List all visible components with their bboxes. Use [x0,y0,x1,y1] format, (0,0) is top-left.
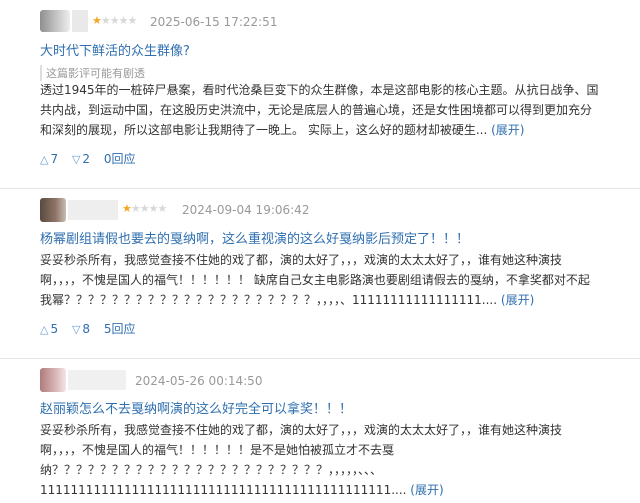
review-card: 2024-05-26 00:14:50 赵丽颖怎么不去戛纳啊演的这么好完全可以拿… [0,358,640,503]
star-filled-icon: ★ [122,202,132,215]
review-body: 妥妥秒杀所有，我感觉查接不住她的戏了都，演的太好了，，，戏演的太太太好了，，谁有… [40,250,600,310]
avatar[interactable] [40,368,66,392]
downvote-button[interactable]: ▽ 2 [72,152,90,166]
avatar[interactable] [40,10,70,32]
review-timestamp: 2024-09-04 19:06:42 [182,203,310,217]
upvote-count: 5 [50,322,59,336]
avatar-blur [72,10,88,32]
review-card: ★★★★★ 2025-06-15 17:22:51 大时代下鲜活的众生群像? 这… [0,0,640,188]
review-title[interactable]: 大时代下鲜活的众生群像? [40,40,190,59]
review-body: 妥妥秒杀所有，我感觉查接不住她的戏了都，演的太好了，，，戏演的太太太好了，，谁有… [40,420,600,500]
review-timestamp: 2024-05-26 00:14:50 [135,374,263,388]
up-triangle-icon: △ [40,153,49,166]
downvote-count: 2 [82,152,91,166]
spoiler-warning: 这篇影评可能有剧透 [40,65,145,81]
review-title[interactable]: 杨幂剧组请假也要去的戛纳啊，这么重视演的这么好戛纳影后预定了！！！ [40,228,469,247]
review-body: 透过1945年的一桩碎尸悬案，看时代沧桑巨变下的众生群像，本是这部电影的核心主题… [40,80,600,140]
reply-link[interactable]: 0回应 [104,150,136,167]
rating-stars: ★★★★★ [92,14,137,27]
review-actions: △ 5 ▽ 8 5回应 [40,320,136,337]
downvote-count: 8 [82,322,91,336]
expand-link[interactable]: (展开) [501,293,534,307]
review-body-text: 妥妥秒杀所有，我感觉查接不住她的戏了都，演的太好了，，，戏演的太太太好了，，谁有… [40,423,563,497]
expand-link[interactable]: (展开) [491,123,524,137]
upvote-button[interactable]: △ 5 [40,322,58,336]
up-triangle-icon: △ [40,323,49,336]
downvote-button[interactable]: ▽ 8 [72,322,90,336]
upvote-button[interactable]: △ 7 [40,152,58,166]
rating-stars: ★★★★★ [122,202,167,215]
star-filled-icon: ★ [92,14,102,27]
expand-link[interactable]: (展开) [410,483,443,497]
review-card: ★★★★★ 2024-09-04 19:06:42 杨幂剧组请假也要去的戛纳啊，… [0,188,640,358]
star-empty-icon: ★★★★ [130,202,167,215]
avatar[interactable] [40,198,66,222]
review-timestamp: 2025-06-15 17:22:51 [150,15,278,29]
reply-link[interactable]: 5回应 [104,320,136,337]
avatar-blur [68,200,118,220]
avatar-blur [68,370,126,390]
upvote-count: 7 [50,152,59,166]
review-title[interactable]: 赵丽颖怎么不去戛纳啊演的这么好完全可以拿奖！！！ [40,398,352,417]
down-triangle-icon: ▽ [71,323,81,336]
review-actions: △ 7 ▽ 2 0回应 [40,150,136,167]
down-triangle-icon: ▽ [71,153,81,166]
star-empty-icon: ★★★★ [100,14,137,27]
